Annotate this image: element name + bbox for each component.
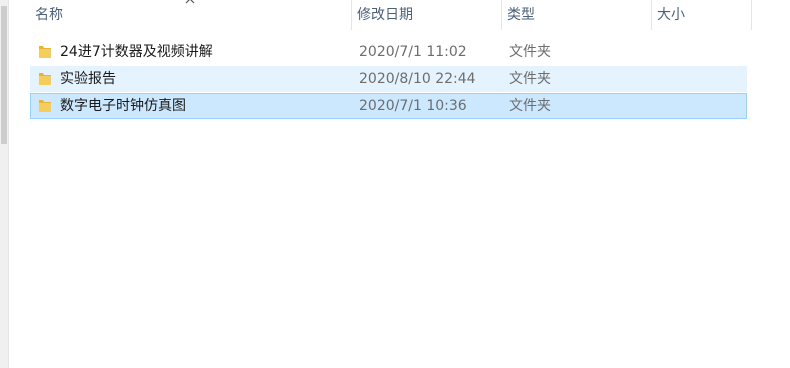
folder-icon [39, 100, 51, 112]
folder-icon [39, 73, 51, 85]
pane-divider [8, 0, 9, 368]
file-name: 实验报告 [60, 71, 116, 87]
column-header-name-label: 名称 [35, 7, 63, 23]
file-name: 24进7计数器及视频讲解 [60, 44, 213, 60]
folder-icon [39, 46, 51, 58]
file-row[interactable]: 24进7计数器及视频讲解 2020/7/1 11:02 文件夹 [30, 39, 747, 65]
column-header-size[interactable]: 大小 [652, 0, 752, 30]
column-separator[interactable] [751, 0, 752, 30]
file-modified-date: 2020/7/1 10:36 [359, 98, 467, 114]
file-type: 文件夹 [509, 98, 551, 114]
file-modified-date: 2020/7/1 11:02 [359, 44, 467, 60]
file-row[interactable]: 实验报告 2020/8/10 22:44 文件夹 [30, 66, 747, 92]
file-row[interactable]: 数字电子时钟仿真图 2020/7/1 10:36 文件夹 [30, 93, 747, 119]
scrollbar-thumb[interactable] [1, 6, 7, 144]
column-header-type-label: 类型 [507, 7, 535, 23]
file-type: 文件夹 [509, 44, 551, 60]
left-scrollbar[interactable] [0, 0, 9, 368]
column-header-type[interactable]: 类型 [502, 0, 652, 30]
column-header-size-label: 大小 [657, 7, 685, 23]
column-header-modified-label: 修改日期 [357, 7, 413, 23]
file-type: 文件夹 [509, 71, 551, 87]
file-explorer-window: 名称 修改日期 类型 大小 24进7计数器及视频讲解 2020/7/1 11:0… [0, 0, 790, 368]
file-modified-date: 2020/8/10 22:44 [359, 71, 476, 87]
column-header-name[interactable]: 名称 [30, 0, 352, 30]
column-header-bar: 名称 修改日期 类型 大小 [30, 0, 752, 30]
file-name: 数字电子时钟仿真图 [60, 98, 186, 114]
column-header-modified[interactable]: 修改日期 [352, 0, 502, 30]
